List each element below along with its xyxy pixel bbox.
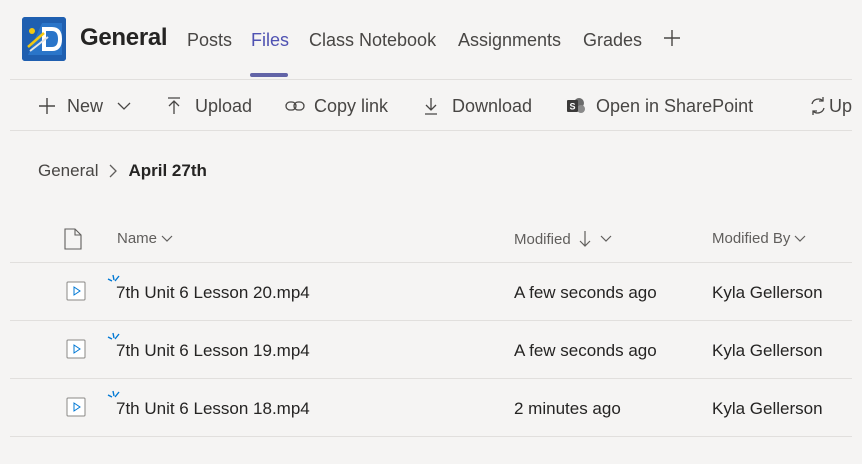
file-modified-by: Kyla Gellerson — [712, 341, 823, 360]
file-name[interactable]: 7th Unit 6 Lesson 19.mp4 — [116, 341, 310, 361]
tab-files[interactable]: Files — [251, 30, 289, 51]
chevron-down-icon — [794, 235, 806, 242]
open-in-sharepoint-label: Open in SharePoint — [596, 95, 754, 116]
download-icon — [425, 98, 437, 115]
file-name[interactable]: 7th Unit 6 Lesson 18.mp4 — [116, 399, 310, 419]
channel-header: General Posts Files Class Notebook Assig… — [10, 0, 852, 80]
column-header-modified-by[interactable]: Modified By — [712, 230, 806, 247]
copy-link-label: Copy link — [314, 95, 389, 116]
tab-class-notebook[interactable]: Class Notebook — [309, 30, 436, 51]
table-bottom-divider — [10, 436, 852, 437]
table-row[interactable]: 7th Unit 6 Lesson 19.mp4 A few seconds a… — [10, 320, 852, 378]
sharepoint-icon: S — [567, 98, 585, 113]
file-modified: A few seconds ago — [514, 341, 657, 360]
open-in-sharepoint-button[interactable]: S Open in SharePoint — [566, 94, 753, 118]
file-type-icon[interactable] — [64, 228, 82, 250]
chevron-down-icon — [161, 235, 173, 242]
file-modified: 2 minutes ago — [514, 399, 621, 418]
sync-icon — [811, 97, 825, 115]
video-file-icon — [66, 397, 86, 417]
table-row[interactable]: 7th Unit 6 Lesson 20.mp4 A few seconds a… — [10, 262, 852, 320]
team-logo[interactable] — [22, 17, 66, 61]
column-header-name[interactable]: Name — [117, 230, 173, 247]
upload-button[interactable]: Upload — [167, 94, 252, 118]
file-modified: A few seconds ago — [514, 283, 657, 302]
column-modified-label: Modified — [514, 230, 571, 248]
column-modified-by-label: Modified By — [712, 230, 791, 247]
tab-posts[interactable]: Posts — [187, 30, 232, 51]
file-name[interactable]: 7th Unit 6 Lesson 20.mp4 — [116, 283, 310, 303]
breadcrumb-current: April 27th — [128, 161, 207, 180]
column-header-modified[interactable]: Modified — [514, 230, 612, 248]
file-modified-by: Kyla Gellerson — [712, 399, 823, 418]
copy-link-button[interactable]: Copy link — [285, 94, 388, 118]
download-label: Download — [452, 95, 533, 116]
tab-grades[interactable]: Grades — [583, 30, 642, 51]
video-file-icon — [66, 339, 86, 359]
files-toolbar: New Upload Copy link Download S Open in … — [10, 81, 852, 131]
sort-descending-icon — [579, 231, 591, 247]
new-button[interactable]: New — [38, 94, 131, 118]
column-name-label: Name — [117, 230, 158, 247]
sync-label: Up — [829, 95, 853, 116]
upload-label: Upload — [195, 95, 253, 116]
plus-icon — [39, 98, 55, 114]
link-icon — [285, 101, 305, 111]
svg-text:S: S — [569, 102, 575, 112]
new-label: New — [67, 95, 104, 116]
upload-icon — [168, 97, 180, 114]
tab-assignments[interactable]: Assignments — [458, 30, 561, 51]
video-file-icon — [66, 281, 86, 301]
chevron-right-icon — [110, 164, 118, 178]
chevron-down-icon — [600, 235, 612, 242]
sync-button[interactable]: Up — [808, 94, 852, 118]
breadcrumb-parent[interactable]: General — [38, 161, 98, 181]
plus-icon[interactable] — [662, 28, 682, 48]
active-tab-indicator — [250, 73, 288, 77]
download-button[interactable]: Download — [424, 94, 532, 118]
table-row[interactable]: 7th Unit 6 Lesson 18.mp4 2 minutes ago K… — [10, 378, 852, 436]
file-modified-by: Kyla Gellerson — [712, 283, 823, 302]
chevron-down-icon — [117, 102, 131, 110]
breadcrumb: General April 27th — [38, 161, 207, 181]
team-name: General — [80, 24, 168, 51]
